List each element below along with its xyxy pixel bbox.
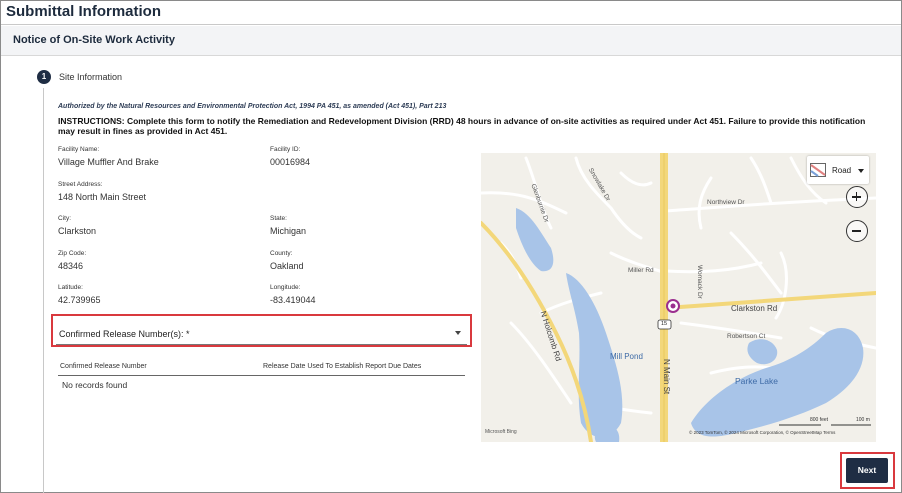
map-label-robertson: Robertson Ct	[727, 333, 766, 340]
facility-name-value: Village Muffler And Brake	[58, 157, 159, 167]
page-header: Submittal Information	[1, 1, 901, 25]
road-map-icon	[810, 163, 826, 177]
step-label: Site Information	[59, 72, 123, 82]
map-label-parke-lake: Parke Lake	[735, 376, 778, 386]
facility-id-label: Facility ID:	[270, 146, 301, 153]
state-value: Michigan	[270, 226, 307, 236]
map-label-northview: Northview Dr	[707, 199, 745, 206]
confirmed-release-select[interactable]: Confirmed Release Number(s): *	[56, 321, 467, 345]
map-style-selector[interactable]: Road	[807, 156, 869, 184]
map-style-label: Road	[832, 166, 852, 175]
map-label-miller: Miller Rd	[628, 267, 654, 274]
map-label-n-main: N Main St	[662, 359, 671, 395]
zip-code-value: 48346	[58, 261, 84, 271]
zoom-out-button[interactable]	[846, 220, 868, 242]
longitude-label: Longitude:	[270, 284, 301, 291]
site-map[interactable]: Glenburnie Dr Snowlake Dr Northview Dr M…	[481, 153, 876, 442]
confirmed-release-select-label: Confirmed Release Number(s): *	[59, 329, 190, 339]
county-value: Oakland	[270, 261, 304, 271]
plus-icon-vertical	[855, 192, 858, 201]
map-label-clarkston-rd: Clarkston Rd	[731, 304, 778, 313]
facility-name-label: Facility Name:	[58, 146, 100, 153]
street-address-label: Street Address:	[58, 181, 103, 188]
street-address-value: 148 North Main Street	[58, 192, 147, 202]
longitude-value: -83.419044	[270, 295, 316, 305]
column-header-release-date: Release Date Used To Establish Report Du…	[263, 363, 422, 370]
county-label: County:	[270, 250, 293, 257]
route-shield-label: 15	[661, 321, 668, 327]
authority-text: Authorized by the Natural Resources and …	[58, 103, 447, 110]
state-label: State:	[270, 215, 287, 222]
step-number-badge: 1	[37, 70, 51, 84]
release-table-empty: No records found	[62, 380, 128, 390]
latitude-value: 42.739965	[58, 295, 101, 305]
instructions-text: INSTRUCTIONS: Complete this form to noti…	[58, 116, 866, 136]
next-button[interactable]: Next	[846, 458, 888, 483]
release-table-header: Confirmed Release Number Release Date Us…	[58, 359, 465, 376]
city-value: Clarkston	[58, 226, 97, 236]
scale-feet: 800 feet	[810, 417, 829, 423]
section-header: Notice of On-Site Work Activity	[1, 26, 901, 56]
column-header-release-number: Confirmed Release Number	[60, 363, 147, 370]
scale-meters: 100 m	[856, 417, 870, 423]
chevron-down-icon	[858, 169, 864, 173]
map-label-mill-pond: Mill Pond	[610, 352, 643, 361]
section-title: Notice of On-Site Work Activity	[13, 34, 175, 46]
chevron-down-icon	[455, 331, 461, 335]
map-attribution[interactable]: © 2023 TomTom, © 2024 Microsoft Corporat…	[689, 430, 835, 435]
facility-id-value: 00016984	[270, 157, 311, 167]
bing-logo: Microsoft Bing	[485, 429, 517, 435]
minus-icon	[852, 230, 861, 232]
city-label: City:	[58, 215, 71, 222]
latitude-label: Latitude:	[58, 284, 83, 291]
zoom-in-button[interactable]	[846, 186, 868, 208]
page-title: Submittal Information	[6, 3, 161, 20]
step-connector-line	[43, 88, 44, 493]
zip-code-label: Zip Code:	[58, 250, 87, 257]
map-label-womack: Womack Dr	[696, 265, 703, 299]
